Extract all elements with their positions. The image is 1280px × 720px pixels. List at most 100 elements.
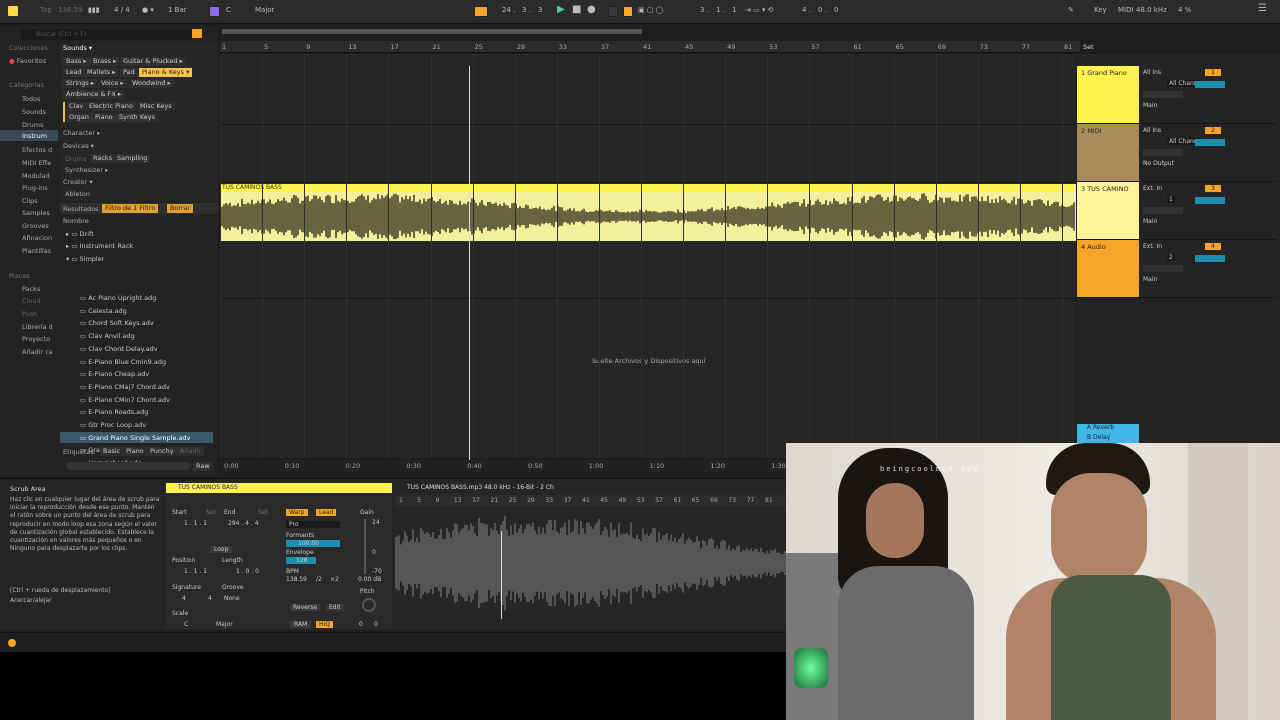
sidebar-item-drums[interactable]: Drums [22,121,44,129]
track-volume[interactable] [1195,139,1225,146]
tag-punchy[interactable]: Punchy [147,447,177,456]
track-channel[interactable]: 2 [1167,254,1175,261]
lane-grand-piano[interactable] [220,54,1076,125]
follow-icon[interactable]: ● ▾ [142,6,154,14]
sidebar-item-packs[interactable]: Packs [22,285,40,293]
chip-piano[interactable]: Piano [92,113,116,122]
file-item[interactable]: ▭ Ac Piano Upright.adg [80,294,156,302]
detune-value[interactable]: 0 [374,621,378,628]
file-item[interactable]: ▭ Clav Chord Delay.adv [80,345,158,353]
clear-button[interactable]: Borrar [167,204,194,213]
set-button[interactable]: Set [1083,43,1094,51]
loop-length-sixteenth[interactable]: 0 [834,6,838,14]
track-number[interactable]: 3 [1205,185,1221,192]
sidebar-item-clips[interactable]: Clips [22,197,38,205]
hiq-button[interactable]: HiQ [316,621,333,628]
track-channel[interactable]: 1 [1167,196,1175,203]
formants-value[interactable]: 100.00 [286,540,340,547]
chip-strings[interactable]: Strings ▸ [63,79,98,88]
file-item[interactable]: ▭ E-Piano CMaj7 Chord.adv [80,383,170,391]
track-output[interactable]: No Output [1143,160,1174,167]
end-set[interactable]: Set [258,509,268,516]
lead-button[interactable]: Lead [316,509,337,516]
sounds-header[interactable]: Sounds ▾ [63,44,92,52]
reverse-button[interactable]: Reverse [290,604,321,611]
sidebar-item-sounds[interactable]: Sounds [22,108,46,116]
character-header[interactable]: Character ▸ [63,129,100,137]
record-icon[interactable]: ● [587,4,596,15]
track-header[interactable]: 4 Audio Ext. In 2 Main 4 [1077,240,1277,298]
end-value[interactable]: 294 . 4 . 4 [228,520,259,527]
half-tempo-button[interactable]: /2 [316,576,322,583]
sidebar-item-samples[interactable]: Samples [22,209,50,217]
loop-toggle[interactable]: Loop [210,546,233,553]
chip-mallets[interactable]: Mallets ▸ [84,68,119,77]
name-column-header[interactable]: Nombre [63,217,89,225]
chip-organ[interactable]: Organ [66,113,92,122]
menu-lines-icon[interactable]: ☰ [1258,3,1267,14]
chip-guitar[interactable]: Guitar & Plucked ▸ [120,57,186,66]
groove-select[interactable]: None [224,595,240,602]
sidebar-item-todos[interactable]: Todos [22,95,40,103]
bar-ruler[interactable]: 1 5 9 13 17 21 25 29 33 37 41 45 49 53 57 61 65 69 73 77 81 [220,41,1080,53]
return-track-a[interactable]: A Reverb [1077,424,1139,434]
quantize-select[interactable]: 1 Bar [168,6,187,14]
track-input[interactable]: All Ins [1143,127,1161,134]
monitor-in-button[interactable] [1143,207,1183,214]
preview-slider[interactable] [66,462,191,470]
song-position-sixteenth[interactable]: 3 [538,6,542,14]
tag-add[interactable]: Añadir [177,447,205,456]
folder-drift[interactable]: ▸ ▭ Drift [66,230,94,238]
creator-header[interactable]: Creator ▾ [63,178,93,186]
tempo-field[interactable]: 138.59 [58,6,83,14]
menu-icon[interactable] [8,6,18,16]
device-drums[interactable]: Drums [65,155,87,163]
scale-mode-button[interactable] [209,6,220,17]
devices-header[interactable]: Devices ▾ [63,142,94,150]
track-input[interactable]: All Ins [1143,69,1161,76]
track-header[interactable]: 1 Grand Piano All Ins All Channe Main 1 [1077,66,1277,124]
chip-misc-keys[interactable]: Misc Keys [137,102,175,111]
sidebar-item-grooves[interactable]: Grooves [22,222,49,230]
loop-length-beat[interactable]: 0 . [818,6,827,14]
metronome-icon[interactable]: ▮▮▮ [88,6,100,14]
clip-name-bar[interactable]: TUS CAMINOS BASS [166,483,392,493]
sidebar-item-plugins[interactable]: Plug-ins [22,184,48,192]
track-header[interactable]: 2 MIDI All Ins All Channe No Output 2 [1077,124,1277,182]
device-racks[interactable]: Racks [90,154,116,163]
track-input[interactable]: Ext. In [1143,185,1162,192]
midi-map-button[interactable]: MIDI [1118,6,1134,14]
automation-arm-icon[interactable] [608,6,618,17]
folder-instrument-rack[interactable]: ▸ ▭ Instrument Rack [66,242,133,250]
gain-value[interactable]: 0.00 dB [358,576,381,583]
chip-synth-keys[interactable]: Synth Keys [116,113,158,122]
edit-button[interactable]: Edit [326,604,344,611]
creator-ableton[interactable]: Ableton [65,190,90,198]
time-signature[interactable]: 4 / 4 [114,6,130,14]
sample-ruler[interactable]: 1 5 9 13 17 21 25 29 33 37 41 45 49 53 57 61 65 69 73 77 81 [395,495,786,506]
collapse-icon[interactable] [192,29,202,38]
file-item[interactable]: ▭ E-Piano Roads.adg [80,408,148,416]
tap-button[interactable]: Tap [40,6,52,14]
chip-lead[interactable]: Lead [63,68,85,77]
file-item[interactable]: ▭ E-Piano CMin7 Chord.adv [80,396,170,404]
arrangement-record-button[interactable] [474,6,488,17]
sidebar-item-push[interactable]: Push [22,310,37,318]
track-name[interactable]: 1 Grand Piano [1077,66,1139,123]
warning-icon[interactable] [8,639,16,647]
song-position-bar[interactable]: 24 . [502,6,515,14]
tag-basic[interactable]: Basic [100,447,124,456]
chip-ambience[interactable]: Ambience & FX ▸ [63,90,125,99]
track-name[interactable]: 4 Audio [1077,240,1139,297]
key-select[interactable]: C [226,6,231,14]
pitch-knob[interactable] [362,598,376,612]
loop-toggle-icon[interactable] [623,6,633,17]
track-name[interactable]: 2 MIDI [1077,124,1139,181]
sidebar-item-cloud[interactable]: Cloud [22,297,41,305]
signature-den[interactable]: 4 [208,595,212,602]
sidebar-item-favoritos[interactable]: ● Favoritos [9,57,46,65]
track-output[interactable]: Main [1143,218,1157,225]
audio-clip[interactable]: TUS CAMINOS BASS [220,184,1076,241]
sidebar-item-midi-effects[interactable]: MIDI Effe [22,159,51,167]
play-icon[interactable]: ▶ [557,4,565,15]
